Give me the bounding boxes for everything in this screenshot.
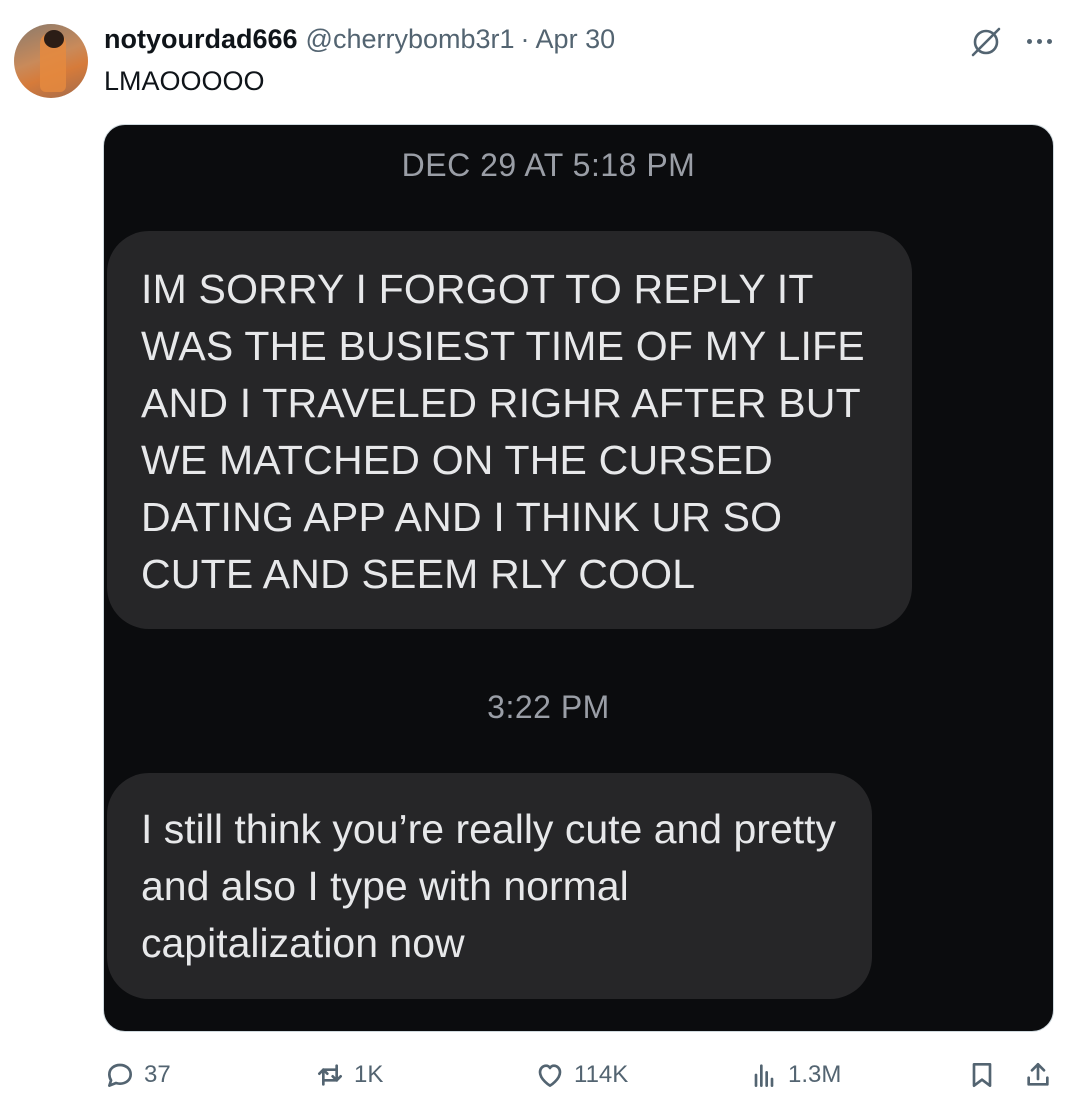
repost-count: 1K <box>354 1061 384 1088</box>
like-count: 114K <box>574 1061 629 1088</box>
separator-dot: · <box>520 24 530 54</box>
views-button[interactable]: 1.3M <box>748 1055 841 1095</box>
bookmark-button[interactable] <box>966 1055 1006 1095</box>
tweet-header: notyourdad666 @cherrybomb3r1 · Apr 30 <box>104 24 615 60</box>
share-button[interactable] <box>1022 1055 1062 1095</box>
bookmark-icon <box>972 1063 992 1087</box>
reply-icon <box>108 1063 132 1087</box>
attached-image[interactable]: DEC 29 AT 5:18 PM IM SORRY I FORGOT TO R… <box>103 124 1054 1032</box>
message-bubble: IM SORRY I FORGOT TO REPLY IT WAS THE BU… <box>107 231 912 629</box>
repost-button[interactable]: 1K <box>314 1055 383 1095</box>
share-icon <box>1027 1063 1049 1086</box>
like-button[interactable]: 114K <box>534 1055 628 1095</box>
grok-icon[interactable] <box>968 24 1004 60</box>
heart-icon <box>538 1064 562 1087</box>
repost-icon <box>318 1064 342 1086</box>
message-timestamp: 3:22 PM <box>487 689 610 725</box>
more-icon[interactable] <box>1022 26 1056 56</box>
display-name[interactable]: notyourdad666 <box>104 24 298 55</box>
views-icon <box>754 1064 774 1087</box>
message-bubble: I still think you’re really cute and pre… <box>107 773 872 999</box>
avatar-hair <box>44 30 64 48</box>
reply-count: 37 <box>144 1061 171 1088</box>
user-handle[interactable]: @cherrybomb3r1 <box>306 24 515 55</box>
message-timestamp: DEC 29 AT 5:18 PM <box>401 147 696 183</box>
avatar[interactable] <box>14 24 88 98</box>
post-date[interactable]: Apr 30 <box>536 24 616 55</box>
view-count: 1.3M <box>788 1061 842 1088</box>
reply-button[interactable]: 37 <box>104 1055 171 1095</box>
action-bar: 37 1K 114K 1.3M <box>0 1055 1075 1095</box>
tweet-text: LMAOOOOO <box>104 66 265 96</box>
